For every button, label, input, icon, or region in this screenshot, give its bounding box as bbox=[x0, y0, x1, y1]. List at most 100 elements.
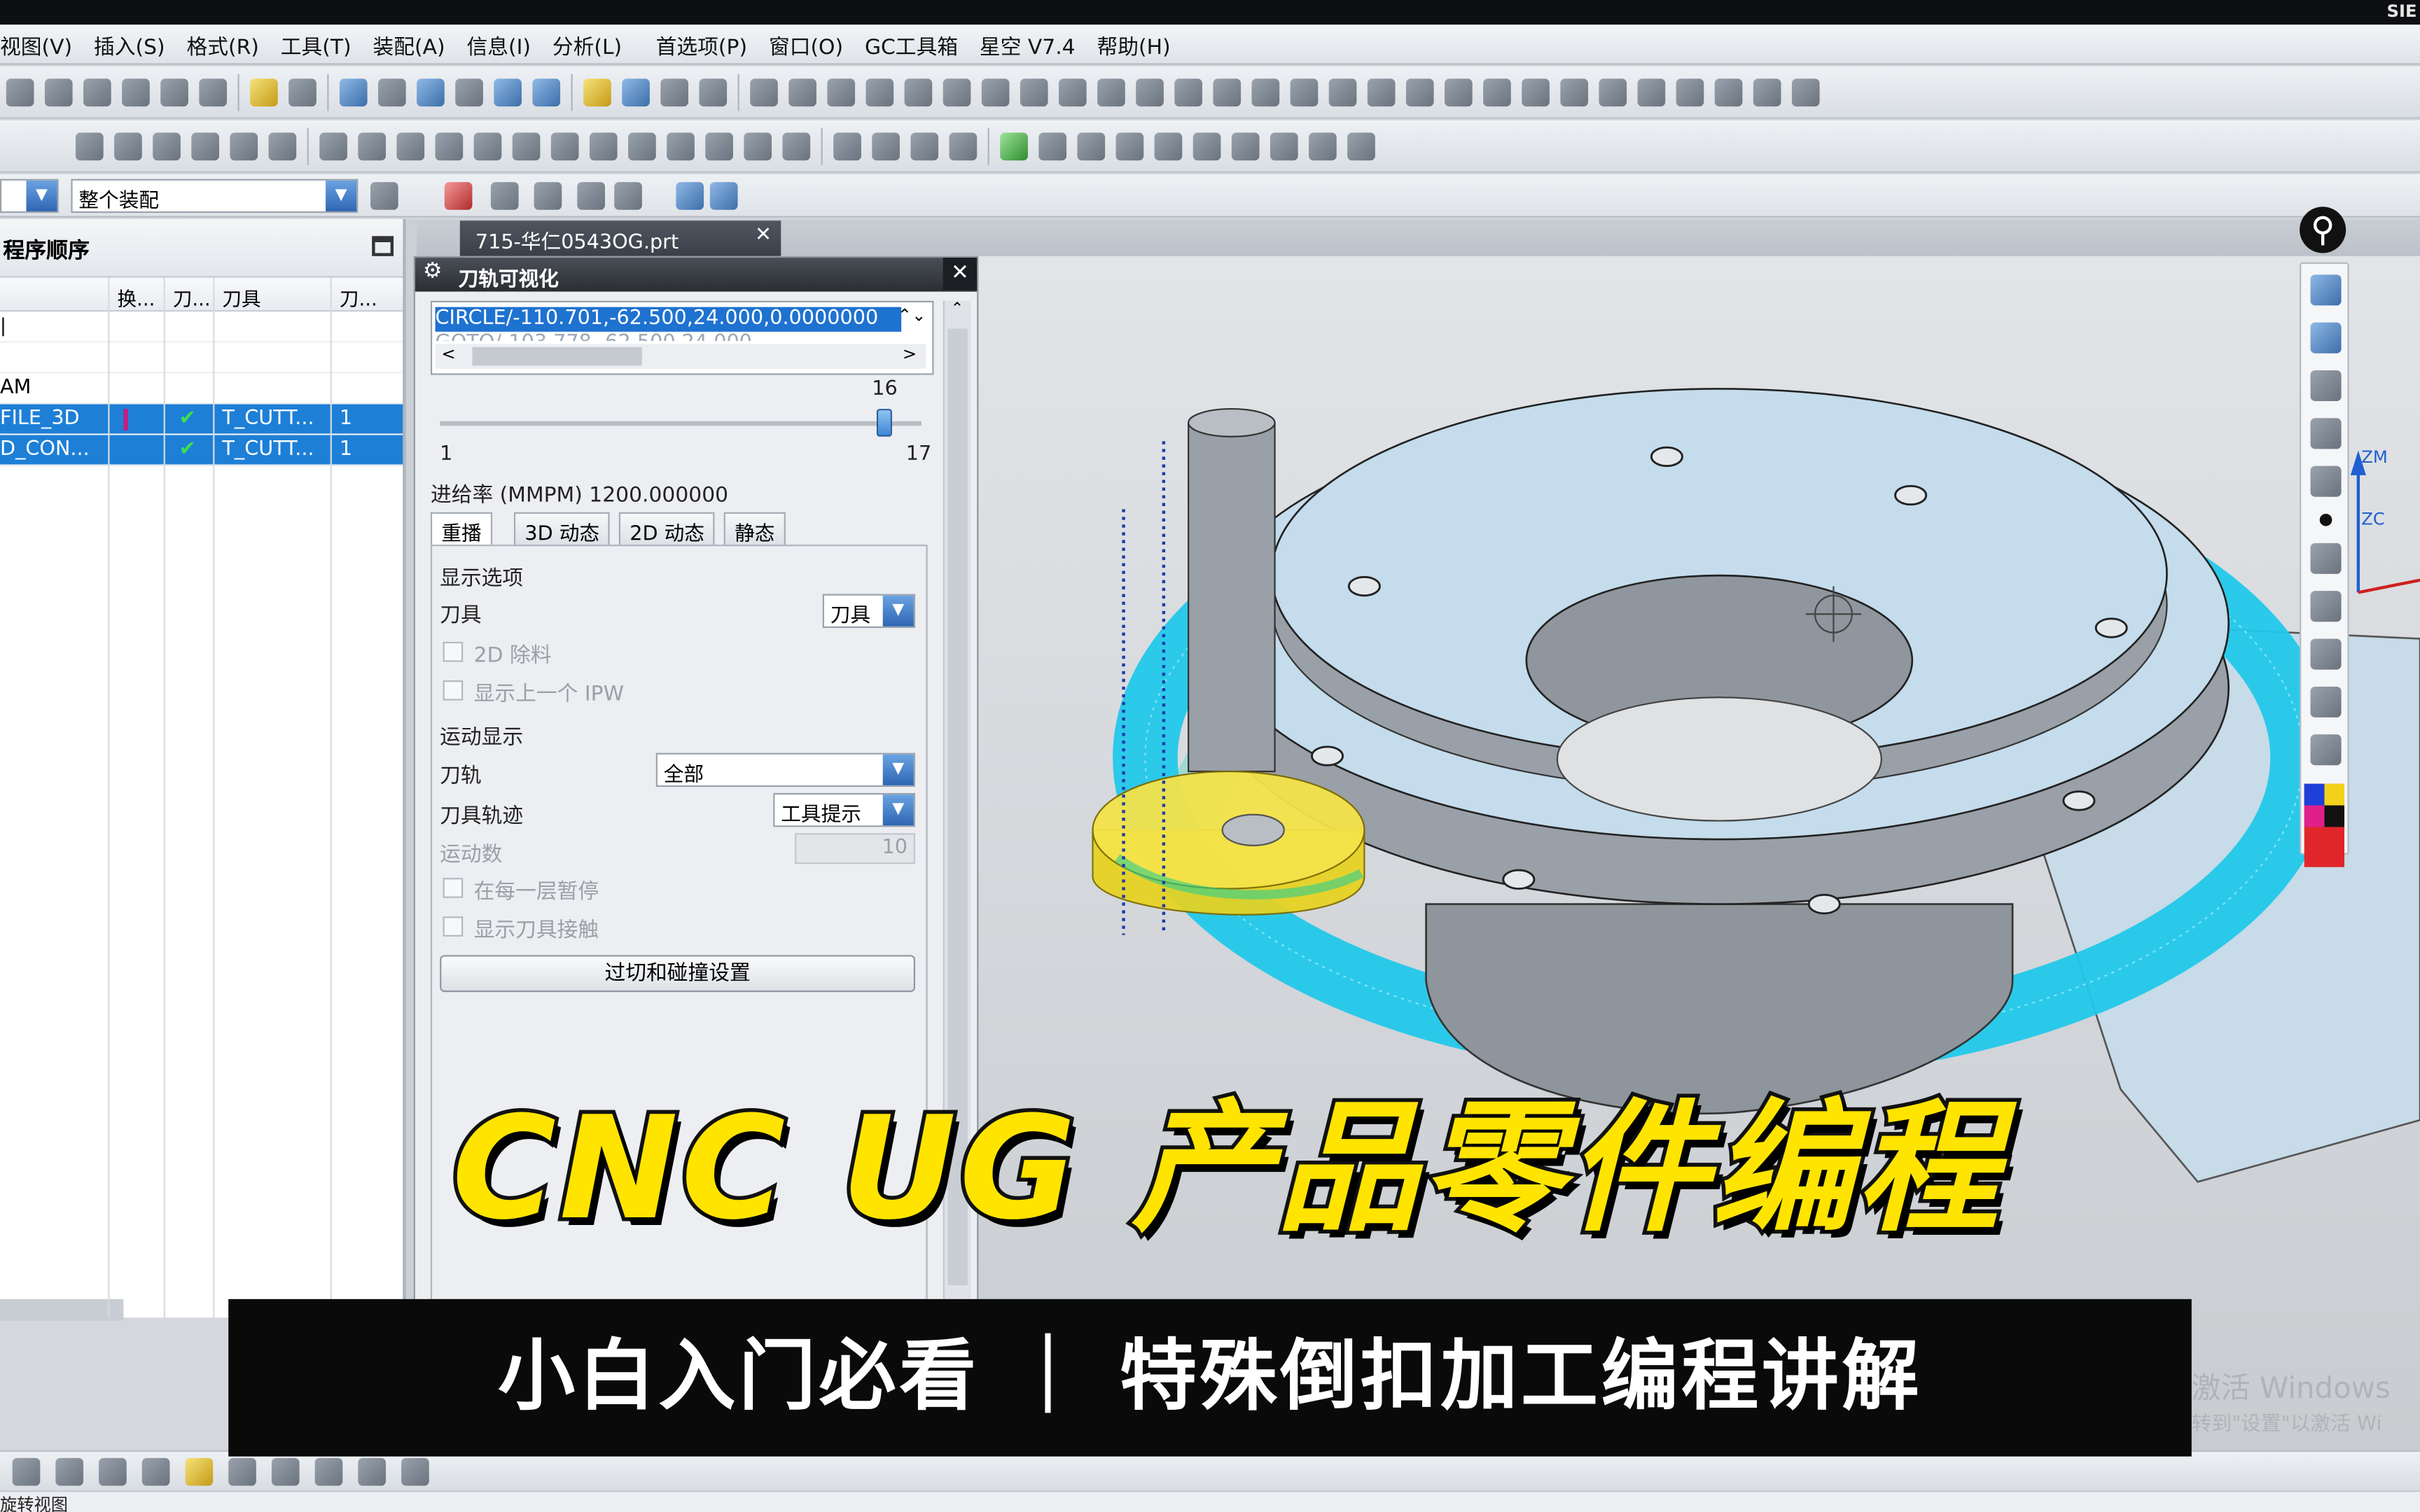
unite-icon[interactable] bbox=[1483, 78, 1511, 106]
filter-reset-icon[interactable] bbox=[370, 182, 398, 210]
path-dropdown[interactable]: 全部 ▼ bbox=[655, 752, 916, 788]
view-icon[interactable] bbox=[358, 1457, 387, 1485]
tool-trace-dropdown[interactable]: 工具提示 ▼ bbox=[773, 792, 916, 827]
orient-view-icon[interactable] bbox=[532, 78, 561, 106]
snap-point-icon[interactable] bbox=[660, 78, 689, 106]
list-item[interactable]: AM bbox=[0, 373, 403, 405]
type-filter-dropdown[interactable]: ▼ bbox=[0, 178, 59, 214]
table-row[interactable]: FILE_3D ✔ T_CUTT... 1 bbox=[0, 404, 403, 435]
trim-body-icon[interactable] bbox=[1213, 78, 1242, 106]
offset-face-icon[interactable] bbox=[1405, 78, 1434, 106]
toolpath-listing[interactable]: CIRCLE/-110.701,-62.500,24.000,0.0000000… bbox=[430, 300, 934, 375]
menu-tools[interactable]: 工具(T) bbox=[281, 29, 352, 59]
postprocess-icon[interactable] bbox=[512, 132, 541, 160]
tool-icon[interactable] bbox=[250, 78, 278, 106]
selection-body-icon[interactable] bbox=[676, 182, 704, 210]
scope-filter-dropdown[interactable]: 整个装配 ▼ bbox=[71, 178, 359, 214]
pattern-icon[interactable] bbox=[1290, 78, 1319, 106]
line-tool-icon[interactable] bbox=[2310, 418, 2342, 449]
prev-ipw-checkbox[interactable] bbox=[443, 680, 464, 701]
tab-3d-dynamic[interactable]: 3D 动态 bbox=[513, 512, 611, 547]
eraser-icon[interactable] bbox=[2310, 465, 2342, 497]
tab-2d-dynamic[interactable]: 2D 动态 bbox=[618, 512, 716, 547]
measure-icon[interactable] bbox=[699, 78, 728, 106]
subtract-icon[interactable] bbox=[1522, 78, 1550, 106]
line-icon[interactable] bbox=[705, 132, 733, 160]
create-geometry-icon[interactable] bbox=[153, 132, 181, 160]
view-frame-icon[interactable] bbox=[455, 78, 483, 106]
shaded-cube-icon[interactable] bbox=[417, 78, 445, 106]
machine-view-icon[interactable] bbox=[1038, 132, 1067, 160]
eye-icon[interactable] bbox=[2310, 274, 2342, 306]
verify-toolpath-icon[interactable] bbox=[435, 132, 464, 160]
close-icon[interactable]: ✕ bbox=[755, 224, 772, 247]
extrude-icon[interactable] bbox=[750, 78, 778, 106]
menu-info[interactable]: 信息(I) bbox=[466, 29, 531, 59]
layer-icon[interactable] bbox=[228, 1457, 256, 1485]
snap-intersect-icon[interactable] bbox=[577, 182, 605, 210]
motion-slider-thumb[interactable] bbox=[876, 409, 892, 437]
feature-ops-icon[interactable] bbox=[833, 132, 861, 160]
h-scrollbar[interactable]: < > bbox=[435, 344, 926, 369]
dot-icon[interactable] bbox=[2319, 513, 2332, 526]
layer-icon[interactable] bbox=[288, 78, 317, 106]
tool-view-icon[interactable] bbox=[1115, 132, 1144, 160]
pause-layer-checkbox[interactable] bbox=[443, 878, 464, 898]
chamfer-icon[interactable] bbox=[1097, 78, 1125, 106]
geometry-view-icon[interactable] bbox=[1192, 132, 1221, 160]
close-icon[interactable]: ✕ bbox=[943, 258, 978, 290]
select-filter-icon[interactable] bbox=[583, 78, 611, 106]
clipboard-icon[interactable] bbox=[2310, 734, 2342, 766]
tab-static[interactable]: 静态 bbox=[723, 512, 786, 547]
camera-icon[interactable] bbox=[2310, 686, 2342, 718]
gear-icon[interactable]: ⚙ bbox=[423, 259, 443, 284]
sheet-icon[interactable] bbox=[12, 1457, 41, 1485]
curve-icon[interactable] bbox=[782, 132, 811, 160]
mirror-icon[interactable] bbox=[1328, 78, 1357, 106]
h-scrollbar[interactable] bbox=[0, 1298, 124, 1321]
hole-icon[interactable] bbox=[827, 78, 856, 106]
feature-icon[interactable] bbox=[141, 1457, 170, 1485]
replay-toolpath-icon[interactable] bbox=[358, 132, 387, 160]
menu-view[interactable]: 视图(V) bbox=[0, 29, 72, 59]
cut-object-icon[interactable] bbox=[1270, 132, 1298, 160]
csys-icon[interactable] bbox=[1714, 78, 1743, 106]
generate-toolpath-icon[interactable] bbox=[319, 132, 347, 160]
option-icon[interactable] bbox=[401, 1457, 429, 1485]
snap-mid-icon[interactable] bbox=[490, 182, 519, 210]
maximize-icon[interactable] bbox=[372, 236, 394, 256]
show-hide-icon[interactable] bbox=[622, 78, 650, 106]
thread-icon[interactable] bbox=[1367, 78, 1396, 106]
copy-object-icon[interactable] bbox=[1309, 132, 1337, 160]
list-item[interactable]: | bbox=[0, 312, 403, 343]
table-row[interactable]: D_CON... ✔ T_CUTT... 1 bbox=[0, 435, 403, 466]
listing-line[interactable]: GOTO/-103.778,-62.500,24.000 bbox=[436, 332, 902, 341]
shop-doc-icon[interactable] bbox=[550, 132, 579, 160]
edit-icon[interactable] bbox=[271, 1457, 300, 1485]
anchor-icon[interactable] bbox=[55, 1457, 84, 1485]
blend-icon[interactable] bbox=[1058, 78, 1087, 106]
tool-contact-checkbox[interactable] bbox=[443, 916, 464, 937]
plus-icon[interactable] bbox=[667, 132, 695, 160]
tab-replay[interactable]: 重播 bbox=[430, 512, 493, 547]
simulate-machine-icon[interactable] bbox=[473, 132, 502, 160]
cut-icon[interactable] bbox=[44, 78, 73, 106]
shell-icon[interactable] bbox=[1136, 78, 1164, 106]
col-change[interactable]: 换... bbox=[118, 282, 155, 312]
menu-format[interactable]: 格式(R) bbox=[186, 29, 258, 59]
point-icon[interactable] bbox=[1753, 78, 1781, 106]
pen-icon[interactable] bbox=[2310, 370, 2342, 402]
file-tab[interactable]: 715-华仁0543OG.prt ✕ bbox=[459, 220, 781, 256]
feature-find-icon[interactable] bbox=[949, 132, 978, 160]
slot-icon[interactable] bbox=[981, 78, 1010, 106]
menu-help[interactable]: 帮助(H) bbox=[1097, 29, 1170, 59]
list-toolpath-icon[interactable] bbox=[396, 132, 425, 160]
projector-icon[interactable] bbox=[2310, 638, 2342, 670]
output-cls-icon[interactable] bbox=[589, 132, 618, 160]
menu-analysis[interactable]: 分析(L) bbox=[552, 29, 622, 59]
save-icon[interactable] bbox=[6, 78, 34, 106]
program-view-icon[interactable] bbox=[1077, 132, 1106, 160]
menu-gc-toolbox[interactable]: GC工具箱 bbox=[865, 29, 958, 59]
intersect-icon[interactable] bbox=[1560, 78, 1588, 106]
menu-window[interactable]: 窗口(O) bbox=[769, 29, 843, 59]
